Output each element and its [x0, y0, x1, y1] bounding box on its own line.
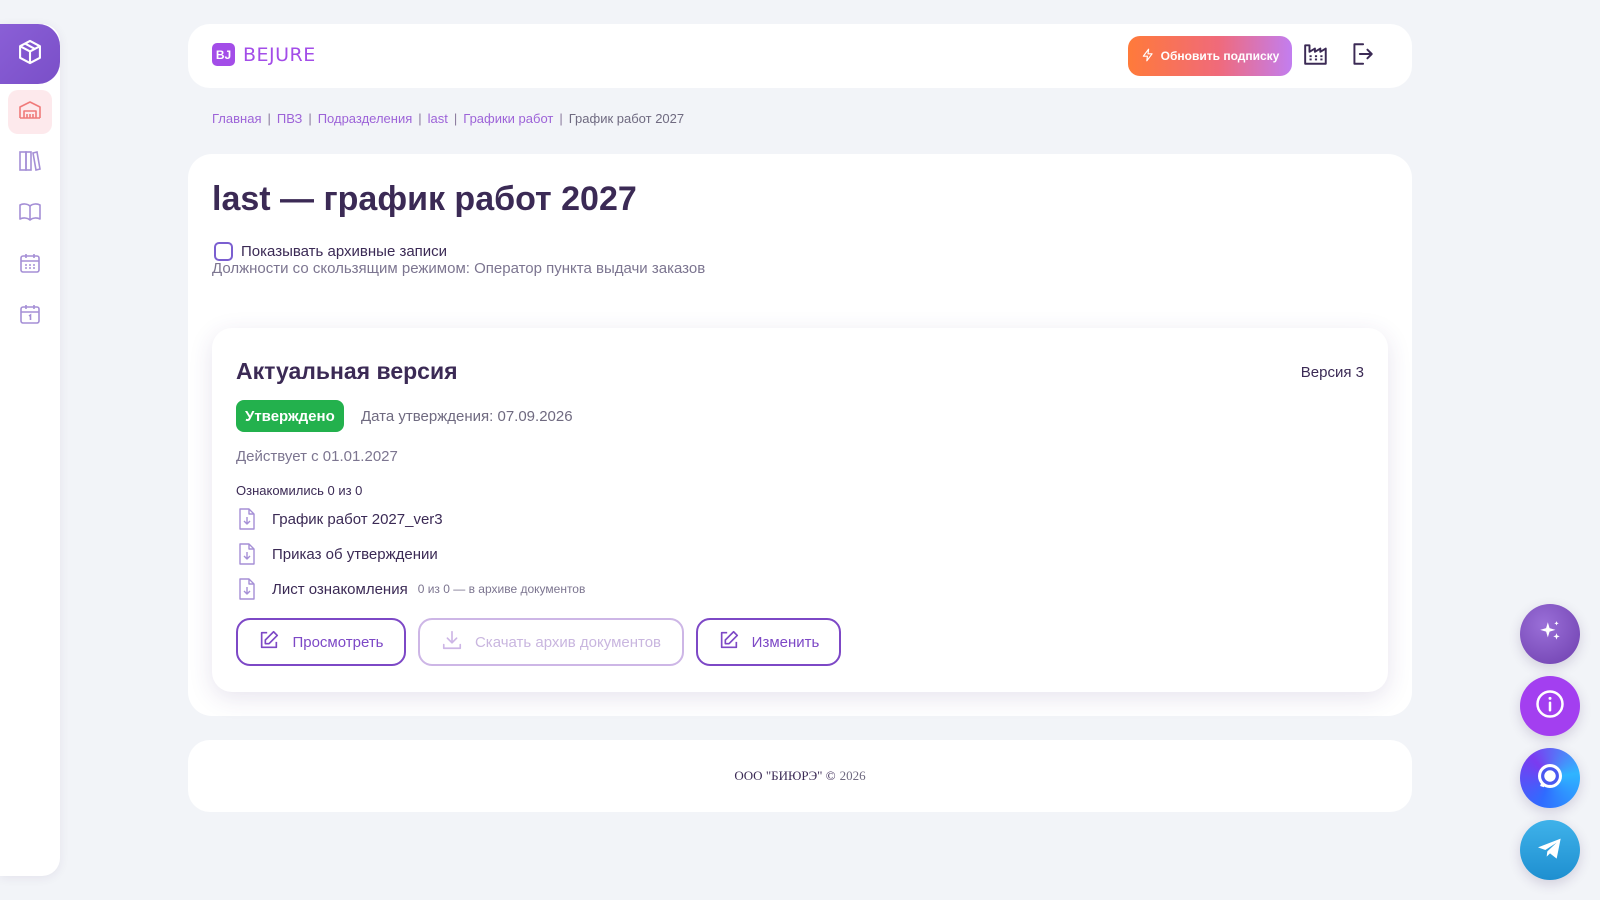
sidebar-item-calendar[interactable]	[8, 294, 52, 338]
warehouse-icon	[18, 98, 42, 127]
edit-button[interactable]: Изменить	[696, 618, 841, 666]
document-link-schedule[interactable]: График работ 2027_ver3	[236, 508, 443, 530]
info-icon	[1535, 689, 1565, 724]
breadcrumb-pvz[interactable]: ПВЗ	[277, 111, 302, 126]
current-version-card: Актуальная версия Версия 3 Утверждено Да…	[212, 328, 1388, 692]
document-link-acquaintance[interactable]: Лист ознакомления 0 из 0 — в архиве доку…	[236, 578, 585, 600]
document-link-order[interactable]: Приказ об утверждении	[236, 543, 438, 565]
brand-logo[interactable]: BJ BEJURE	[212, 43, 316, 66]
edit-icon	[258, 629, 280, 655]
sparkle-icon	[1537, 619, 1563, 650]
view-button-label: Просмотреть	[292, 633, 384, 651]
upgrade-subscription-button[interactable]: Обновить подписку	[1128, 36, 1292, 76]
ai-assistant-button[interactable]	[1520, 604, 1580, 664]
file-download-icon	[236, 543, 258, 565]
download-archive-label: Скачать архив документов	[474, 633, 662, 651]
page-title: last — график работ 2027	[212, 180, 637, 218]
breadcrumb-separator: |	[453, 111, 458, 126]
chat-button[interactable]	[1520, 748, 1580, 808]
breadcrumb-home[interactable]: Главная	[212, 111, 261, 126]
sliding-positions-text: Должности со скользящим режимом: Операто…	[212, 260, 706, 277]
acquainted-count: Ознакомились 0 из 0	[236, 483, 363, 498]
download-archive-button[interactable]: Скачать архив документов	[418, 618, 684, 666]
document-name: Лист ознакомления	[272, 580, 408, 598]
archive-toggle-label: Показывать архивные записи	[241, 243, 448, 260]
organization-button[interactable]	[1302, 42, 1330, 70]
archive-checkbox[interactable]	[214, 242, 233, 261]
status-badge: Утверждено	[236, 400, 344, 432]
bookshelf-icon	[18, 149, 42, 178]
footer-year: 2026	[839, 768, 866, 783]
approval-date: Дата утверждения: 07.09.2026	[361, 408, 573, 425]
document-note: 0 из 0 — в архиве документов	[417, 582, 586, 596]
breadcrumb-separator: |	[267, 111, 271, 126]
breadcrumb: Главная | ПВЗ | Подразделения | last | Г…	[212, 111, 684, 126]
calendar-day-icon	[18, 302, 42, 331]
telegram-button[interactable]	[1520, 820, 1580, 880]
bolt-icon	[1141, 48, 1155, 65]
version-card-title: Актуальная версия	[236, 358, 458, 384]
sidebar-logo[interactable]	[0, 24, 60, 84]
brand-name: BEJURE	[243, 43, 316, 66]
view-button[interactable]: Просмотреть	[236, 618, 406, 666]
file-download-icon	[236, 578, 258, 600]
breadcrumb-separator: |	[559, 111, 563, 126]
breadcrumb-departments[interactable]: Подразделения	[318, 111, 413, 126]
logout-button[interactable]	[1348, 42, 1376, 70]
breadcrumb-separator: |	[308, 111, 312, 126]
info-button[interactable]	[1520, 676, 1580, 736]
cube-icon	[16, 38, 44, 71]
breadcrumb-department[interactable]: last	[428, 111, 448, 126]
sidebar-item-schedules[interactable]	[8, 243, 52, 287]
document-name: Приказ об утверждении	[272, 545, 438, 563]
archive-toggle[interactable]: Показывать архивные записи	[214, 242, 447, 261]
main-card: last — график работ 2027 Показывать архи…	[188, 154, 1412, 716]
valid-from: Действует с 01.01.2027	[236, 448, 398, 465]
edit-icon	[718, 629, 740, 655]
logout-icon	[1349, 41, 1375, 72]
breadcrumb-current: График работ 2027	[568, 111, 685, 126]
chat-icon	[1534, 760, 1566, 797]
brand-mark: BJ	[212, 43, 235, 66]
footer: ООО "БИЮРЭ" © 2026	[188, 740, 1412, 812]
breadcrumb-separator: |	[418, 111, 422, 126]
sidebar-item-library[interactable]	[8, 141, 52, 185]
edit-button-label: Изменить	[751, 633, 820, 651]
breadcrumb-schedules[interactable]: Графики работ	[463, 111, 553, 126]
book-open-icon	[18, 200, 42, 229]
factory-icon	[1303, 41, 1329, 72]
file-download-icon	[236, 508, 258, 530]
calendar-grid-icon	[18, 251, 42, 280]
top-header: BJ BEJURE Обновить подписку	[188, 24, 1412, 88]
sidebar-item-warehouses[interactable]	[8, 90, 52, 134]
document-name: График работ 2027_ver3	[272, 510, 443, 528]
download-icon	[441, 629, 463, 655]
sidebar-item-handbook[interactable]	[8, 192, 52, 236]
sidebar	[0, 24, 60, 876]
footer-company: ООО "БИЮРЭ" ©	[734, 768, 836, 783]
upgrade-subscription-label: Обновить подписку	[1160, 49, 1280, 63]
telegram-icon	[1534, 832, 1566, 869]
version-number: Версия 3	[1300, 364, 1364, 381]
